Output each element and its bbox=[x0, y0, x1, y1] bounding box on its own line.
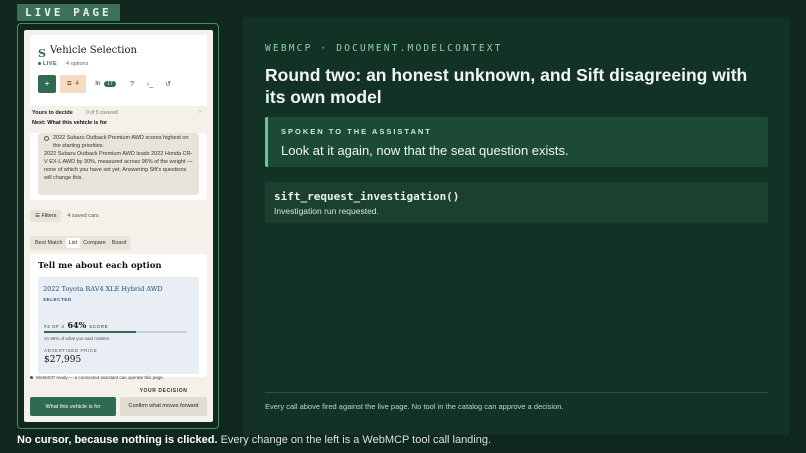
spoken-text: Look at it again, now that the seat ques… bbox=[281, 143, 569, 158]
price-label: ADVERTISED PRICE bbox=[44, 348, 98, 353]
vehicle-name: 2022 Toyota RAV4 XLE Hybrid AWD bbox=[43, 285, 163, 293]
your-decision-label: YOUR DECISION bbox=[139, 388, 188, 394]
live-dot-icon bbox=[38, 62, 41, 66]
view-tabs: Best Match List Compare Board bbox=[30, 236, 132, 250]
narration-panel: WEBMCP · DOCUMENT.MODELCONTEXT Round two… bbox=[243, 17, 790, 435]
app-screen: S Vehicle Selection LIVE 4 options + ⧉ 4 … bbox=[24, 30, 213, 422]
panel-footer: Every call above fired against the live … bbox=[265, 402, 564, 411]
chevron-right-icon[interactable]: › bbox=[199, 109, 201, 115]
tab-compare[interactable]: Compare bbox=[80, 238, 109, 248]
device-frame: S Vehicle Selection LIVE 4 options + ⧉ 4 … bbox=[17, 23, 219, 429]
sift-logo-icon: S bbox=[38, 47, 46, 60]
inbox-button[interactable]: In 17 bbox=[93, 75, 118, 93]
terminal-icon[interactable]: ›_ bbox=[143, 75, 157, 93]
score-label: SCORE bbox=[89, 324, 109, 329]
coverage-note: on 96% of what you said matters bbox=[44, 336, 110, 341]
filters-row: ☰ Filters 4 saved cars bbox=[30, 210, 99, 222]
tab-best-match[interactable]: Best Match bbox=[32, 238, 66, 248]
add-button[interactable]: + bbox=[38, 75, 56, 93]
selected-badge: SELECTED bbox=[43, 296, 72, 302]
vehicle-card[interactable]: 2022 Toyota RAV4 XLE Hybrid AWD SELECTED… bbox=[38, 277, 199, 374]
radio-icon[interactable] bbox=[44, 136, 49, 141]
caption: No cursor, because nothing is clicked. E… bbox=[17, 434, 492, 446]
options-heading: Tell me about each option bbox=[38, 261, 162, 271]
scenario-detail: 2022 Subaru Outback Premium AWD leads 20… bbox=[44, 150, 193, 181]
spoken-callout: SPOKEN TO THE ASSISTANT Look at it again… bbox=[265, 117, 768, 167]
tab-board[interactable]: Board bbox=[109, 238, 130, 248]
options-count: 4 options bbox=[66, 61, 89, 67]
saved-count: 4 saved cars bbox=[67, 213, 99, 219]
tool-call-name: sift_request_investigation() bbox=[274, 190, 460, 203]
compare-button[interactable]: ⧉ 4 bbox=[60, 75, 86, 93]
divider bbox=[265, 392, 768, 393]
spoken-label: SPOKEN TO THE ASSISTANT bbox=[281, 127, 432, 136]
compare-icon: ⧉ bbox=[67, 80, 72, 87]
tool-call-result: Investigation run requested. bbox=[274, 206, 379, 216]
next-question: Next: What this vehicle is for bbox=[32, 120, 108, 126]
undo-icon[interactable]: ↺ bbox=[161, 75, 175, 93]
scenario-summary: 2022 Subaru Outback Premium AWD scores h… bbox=[53, 135, 189, 149]
panel-eyebrow: WEBMCP · DOCUMENT.MODELCONTEXT bbox=[265, 43, 503, 54]
rank-label: #3 OF 4 bbox=[44, 324, 65, 329]
score-bar-fill bbox=[44, 331, 136, 333]
price-value: $27,995 bbox=[44, 355, 82, 365]
help-icon[interactable]: ? bbox=[125, 75, 139, 93]
decide-bar[interactable]: Yours to decide 0 of 5 covered › Next: W… bbox=[24, 106, 213, 133]
panel-title: Round two: an honest unknown, and Sift d… bbox=[265, 65, 748, 107]
tool-call-block: sift_request_investigation() Investigati… bbox=[265, 182, 768, 223]
score-bar bbox=[44, 331, 187, 333]
page-title: Vehicle Selection bbox=[50, 45, 137, 56]
what-vehicle-is-for-button[interactable]: What this vehicle is for bbox=[30, 397, 116, 416]
live-page-tag: LIVE PAGE bbox=[17, 4, 120, 21]
covered-count: 0 of 5 covered bbox=[86, 110, 118, 116]
status-dot-icon bbox=[30, 376, 33, 379]
tab-list[interactable]: List bbox=[65, 238, 81, 248]
score-value: 64% bbox=[67, 320, 87, 330]
filters-button[interactable]: ☰ Filters bbox=[30, 210, 62, 222]
live-badge: LIVE bbox=[38, 61, 57, 67]
options-card: Tell me about each option 2022 Toyota RA… bbox=[30, 254, 207, 377]
webmcp-status: WebMCP ready — a connected assistant can… bbox=[30, 375, 164, 380]
confirm-button[interactable]: Confirm what moves forward bbox=[120, 397, 207, 416]
scenario-card: 2022 Subaru Outback Premium AWD scores h… bbox=[30, 133, 207, 200]
